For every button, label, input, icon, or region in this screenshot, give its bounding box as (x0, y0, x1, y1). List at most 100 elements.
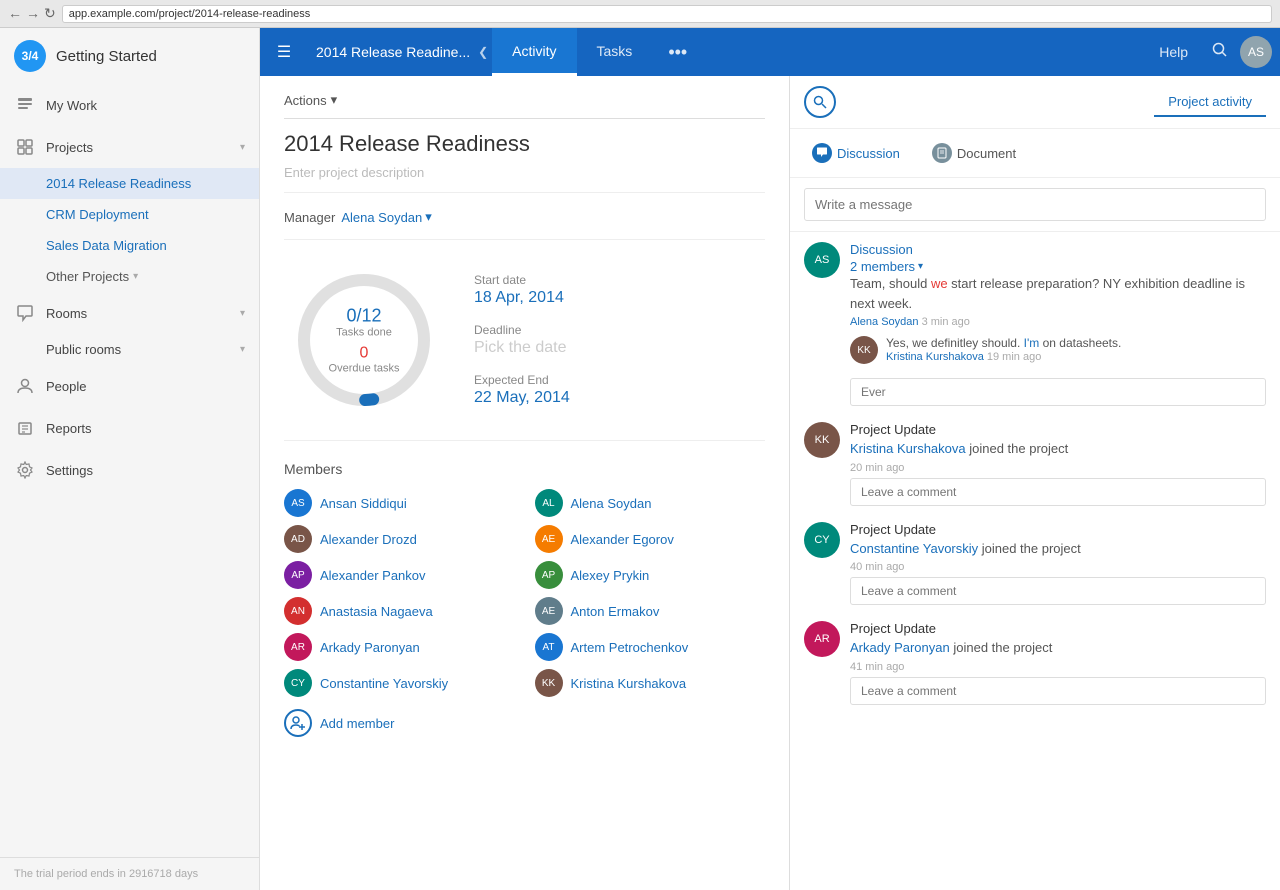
member-item[interactable]: AT Artem Petrochenkov (535, 633, 766, 661)
member-avatar: AS (284, 489, 312, 517)
sub-avatar: KK (850, 336, 878, 364)
nav-item-my-work[interactable]: My Work (0, 84, 259, 126)
actions-button[interactable]: Actions ▾ (284, 92, 337, 108)
member-item[interactable]: AL Alena Soydan (535, 489, 766, 517)
tasks-fraction: 0/12 (329, 306, 400, 327)
header-project-title: 2014 Release Readine... (308, 44, 478, 60)
comment-input[interactable] (850, 677, 1266, 705)
projects-label: Projects (46, 140, 240, 155)
member-name: Alexey Prykin (571, 568, 650, 583)
member-item[interactable]: AP Alexey Prykin (535, 561, 766, 589)
nav-item-people[interactable]: People (0, 365, 259, 407)
browser-nav[interactable]: ← → ↻ (8, 5, 56, 22)
overdue-label: Overdue tasks (329, 363, 400, 375)
activity-text: Team, should we start release preparatio… (850, 274, 1266, 313)
activity-content: Project UpdateKristina Kurshakova joined… (850, 422, 1266, 506)
my-work-icon (14, 94, 36, 116)
disc-tab-document[interactable]: Document (924, 139, 1024, 167)
header-search-icon[interactable] (1204, 42, 1236, 63)
member-item[interactable]: AP Alexander Pankov (284, 561, 515, 589)
sidebar-item-2014-release[interactable]: 2014 Release Readiness (0, 168, 259, 199)
expected-end-value: 22 May, 2014 (474, 389, 570, 407)
header-chevron-icon[interactable]: ❮ (478, 45, 488, 59)
member-item[interactable]: AN Anastasia Nagaeva (284, 597, 515, 625)
sidebar-item-public-rooms[interactable]: Public rooms ▾ (0, 334, 259, 365)
header-avatar[interactable]: AS (1240, 36, 1272, 68)
member-avatar: AD (284, 525, 312, 553)
member-item[interactable]: KK Kristina Kurshakova (535, 669, 766, 697)
refresh-btn[interactable]: ↻ (44, 5, 56, 22)
menu-button[interactable]: ☰ (260, 28, 308, 76)
members-grid: AS Ansan Siddiqui AL Alena Soydan AD Ale… (284, 489, 765, 697)
manager-name[interactable]: Alena Soydan ▾ (341, 209, 431, 225)
member-item[interactable]: CY Constantine Yavorskiy (284, 669, 515, 697)
disc-tab-label: Discussion (837, 146, 900, 161)
browser-url[interactable]: app.example.com/project/2014-release-rea… (62, 5, 1272, 23)
manager-dropdown-icon: ▾ (425, 209, 432, 225)
members-section: Members AS Ansan Siddiqui AL Alena Soyda… (284, 461, 765, 757)
tab-tasks[interactable]: Tasks (577, 28, 653, 76)
forward-btn[interactable]: → (26, 5, 40, 22)
reply-input[interactable] (850, 378, 1266, 406)
deadline-label: Deadline (474, 323, 570, 337)
message-input[interactable] (804, 188, 1266, 221)
activity-text: Constantine Yavorskiy joined the project (850, 539, 1266, 559)
sidebar-item-sales[interactable]: Sales Data Migration (0, 230, 259, 261)
comment-input[interactable] (850, 577, 1266, 605)
document-icon (932, 143, 952, 163)
member-name: Alexander Egorov (571, 532, 674, 547)
donut-chart: 0/12 Tasks done 0 Overdue tasks (284, 260, 444, 420)
manager-row: Manager Alena Soydan ▾ (284, 209, 765, 240)
more-menu-button[interactable]: ••• (652, 42, 703, 63)
sidebar-item-other-projects[interactable]: Other Projects ▾ (0, 261, 259, 292)
tab-project-activity[interactable]: Project activity (1154, 88, 1266, 117)
deadline-picker[interactable]: Pick the date (474, 339, 570, 357)
discussion-icon (812, 143, 832, 163)
member-name: Arkady Paronyan (320, 640, 420, 655)
member-item[interactable]: AE Anton Ermakov (535, 597, 766, 625)
nav-item-reports[interactable]: Reports (0, 407, 259, 449)
rooms-arrow: ▾ (240, 308, 245, 319)
disc-tab-discussion[interactable]: Discussion (804, 139, 908, 167)
content-area: Actions ▾ 2014 Release Readiness Enter p… (260, 76, 1280, 890)
stats-section: 0/12 Tasks done 0 Overdue tasks Start da… (284, 260, 765, 441)
tab-activity[interactable]: Activity (492, 28, 576, 76)
nav-item-settings[interactable]: Settings (0, 449, 259, 491)
project-description[interactable]: Enter project description (284, 165, 765, 193)
activity-content: Discussion2 members ▾Team, should we sta… (850, 242, 1266, 406)
sidebar-header: 3/4 Getting Started (0, 28, 259, 84)
main-area: ☰ 2014 Release Readine... ❮ Activity Tas… (260, 28, 1280, 890)
member-avatar: AE (535, 525, 563, 553)
hamburger-icon: ☰ (277, 42, 291, 62)
member-item[interactable]: AD Alexander Drozd (284, 525, 515, 553)
app-header: ☰ 2014 Release Readine... ❮ Activity Tas… (260, 28, 1280, 76)
comment-input[interactable] (850, 478, 1266, 506)
help-button[interactable]: Help (1147, 44, 1200, 60)
activity-content: Project UpdateConstantine Yavorskiy join… (850, 522, 1266, 606)
sidebar-item-crm[interactable]: CRM Deployment (0, 199, 259, 230)
activity-search-icon[interactable] (804, 86, 836, 118)
settings-icon (14, 459, 36, 481)
app: 3/4 Getting Started My Work Projects ▾ (0, 28, 1280, 890)
member-item[interactable]: AE Alexander Egorov (535, 525, 766, 553)
sidebar: 3/4 Getting Started My Work Projects ▾ (0, 28, 260, 890)
member-count[interactable]: 2 members ▾ (850, 259, 1266, 274)
settings-label: Settings (46, 463, 245, 478)
projects-icon (14, 136, 36, 158)
nav-item-rooms[interactable]: Rooms ▾ (0, 292, 259, 334)
back-btn[interactable]: ← (8, 5, 22, 22)
sidebar-nav: My Work Projects ▾ 2014 Release Readines… (0, 84, 259, 857)
people-icon (14, 375, 36, 397)
member-avatar: AR (284, 633, 312, 661)
nav-item-projects[interactable]: Projects ▾ (0, 126, 259, 168)
member-item[interactable]: AR Arkady Paronyan (284, 633, 515, 661)
main-content: Actions ▾ 2014 Release Readiness Enter p… (260, 76, 790, 890)
activity-content: Project UpdateArkady Paronyan joined the… (850, 621, 1266, 705)
rooms-icon (14, 302, 36, 324)
add-member-button[interactable]: Add member (284, 709, 765, 737)
activity-text: Kristina Kurshakova joined the project (850, 439, 1266, 459)
member-item[interactable]: AS Ansan Siddiqui (284, 489, 515, 517)
add-member-label: Add member (320, 716, 394, 731)
member-avatar: KK (535, 669, 563, 697)
member-avatar: AN (284, 597, 312, 625)
